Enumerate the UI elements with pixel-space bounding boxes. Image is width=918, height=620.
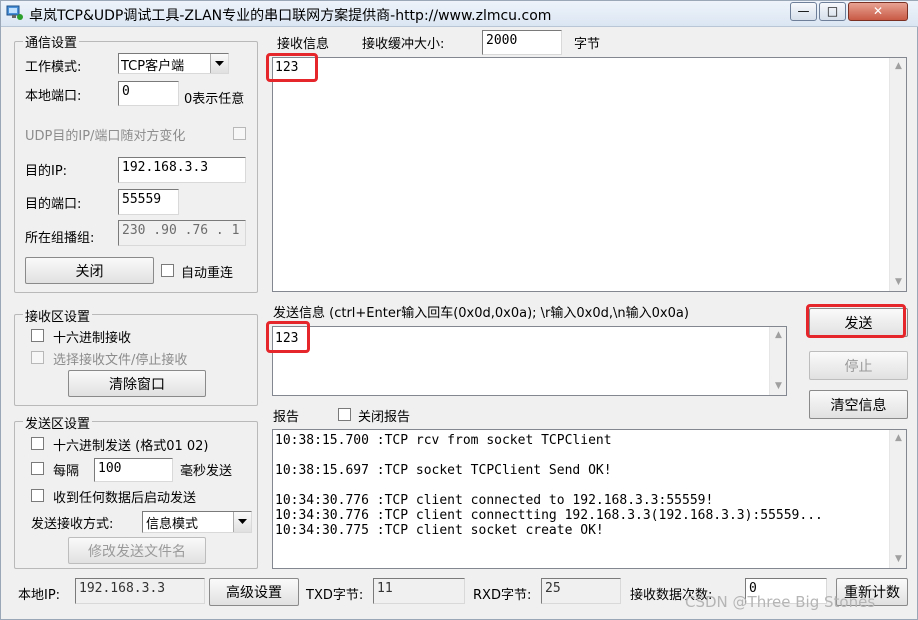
highlight-receive-box (266, 53, 318, 82)
ms-send-label: 毫秒发送 (180, 464, 233, 479)
scroll-down-icon[interactable]: ▼ (770, 378, 787, 395)
title-bar: 卓岚TCP&UDP调试工具-ZLAN专业的串口联网方案提供商-http://ww… (1, 1, 918, 27)
report-scrollbar[interactable]: ▲ ▼ (889, 430, 906, 568)
maximize-button[interactable]: □ (819, 2, 846, 21)
hex-recv-label: 十六进制接收 (53, 331, 132, 346)
receive-scrollbar[interactable]: ▲ ▼ (889, 58, 906, 291)
scroll-up-icon[interactable]: ▲ (890, 430, 907, 447)
log-line: 10:38:15.700 :TCP rcv from socket TCPCli… (275, 433, 612, 448)
dest-port-input[interactable]: 55559 (118, 189, 179, 215)
local-port-label: 本地端口: (25, 89, 82, 104)
dest-ip-label: 目的IP: (25, 164, 68, 179)
report-textarea[interactable]: 10:38:15.700 :TCP rcv from socket TCPCli… (272, 429, 907, 569)
chevron-down-icon[interactable] (233, 512, 251, 532)
watermark: CSDN @Three Big Stones (685, 593, 876, 611)
rxd-label: RXD字节: (473, 588, 532, 603)
send-settings-label: 发送区设置 (23, 413, 93, 432)
clear-info-button[interactable]: 清空信息 (809, 390, 908, 419)
work-mode-label: 工作模式: (25, 60, 82, 75)
stop-button[interactable]: 停止 (809, 351, 908, 380)
recv-file-checkbox[interactable] (31, 351, 44, 364)
app-window: 卓岚TCP&UDP调试工具-ZLAN专业的串口联网方案提供商-http://ww… (0, 0, 918, 620)
highlight-send-box (266, 321, 310, 353)
local-ip-label: 本地IP: (18, 588, 61, 603)
advanced-settings-button[interactable]: 高级设置 (209, 578, 299, 606)
log-line: 10:34:30.775 :TCP client socket create O… (275, 523, 604, 538)
auto-reconnect-label: 自动重连 (181, 266, 234, 281)
recv-settings-label: 接收区设置 (23, 306, 93, 325)
buffer-size-input[interactable]: 2000 (482, 30, 562, 55)
recv-file-label: 选择接收文件/停止接收 (53, 353, 188, 368)
timed-send-checkbox[interactable] (31, 462, 44, 475)
send-scrollbar[interactable]: ▲ ▼ (769, 327, 786, 395)
local-port-hint: 0表示任意 (184, 92, 245, 107)
scroll-down-icon[interactable]: ▼ (890, 274, 907, 291)
window-title: 卓岚TCP&UDP调试工具-ZLAN专业的串口联网方案提供商-http://ww… (29, 8, 552, 24)
app-icon (6, 5, 23, 20)
chevron-down-icon[interactable] (210, 54, 228, 73)
comm-settings-label: 通信设置 (23, 32, 80, 51)
send-textarea[interactable]: 123 ▲ ▼ (272, 326, 787, 396)
log-line: 10:34:30.776 :TCP client connected to 19… (275, 493, 714, 508)
rxd-value: 25 (541, 578, 621, 604)
dest-port-label: 目的端口: (25, 197, 82, 212)
txd-value: 11 (373, 578, 465, 604)
scroll-up-icon[interactable]: ▲ (770, 327, 787, 344)
send-info-label: 发送信息 (ctrl+Enter输入回车(0x0d,0x0a); \r输入0x0… (273, 306, 689, 321)
interval-input[interactable]: 100 (94, 458, 173, 482)
report-label: 报告 (273, 410, 300, 425)
every-label: 每隔 (53, 464, 80, 479)
hex-recv-checkbox[interactable] (31, 329, 44, 342)
buffer-unit-label: 字节 (574, 37, 601, 52)
hex-send-checkbox[interactable] (31, 437, 44, 450)
send-after-recv-label: 收到任何数据后启动发送 (53, 491, 197, 506)
hex-send-label: 十六进制发送 (格式01 02) (53, 439, 209, 454)
log-line: 10:38:15.697 :TCP socket TCPClient Send … (275, 463, 612, 478)
dest-ip-input[interactable]: 192.168.3.3 (118, 157, 246, 183)
buffer-size-label: 接收缓冲大小: (362, 37, 445, 52)
send-mode-select[interactable]: 信息模式 (142, 511, 252, 533)
clear-window-button[interactable]: 清除窗口 (68, 370, 206, 397)
multicast-input[interactable]: 230 .90 .76 . 1 (118, 220, 246, 246)
minimize-button[interactable]: — (790, 2, 817, 21)
scroll-down-icon[interactable]: ▼ (890, 551, 907, 568)
close-report-checkbox[interactable] (338, 408, 351, 421)
work-mode-select[interactable]: TCP客户端 (118, 53, 229, 74)
udp-follow-label: UDP目的IP/端口随对方变化 (25, 129, 186, 144)
local-ip-value: 192.168.3.3 (75, 578, 205, 604)
work-mode-value: TCP客户端 (121, 59, 185, 74)
udp-follow-checkbox[interactable] (233, 127, 246, 140)
send-after-recv-checkbox[interactable] (31, 489, 44, 502)
scroll-up-icon[interactable]: ▲ (890, 58, 907, 75)
txd-label: TXD字节: (306, 588, 364, 603)
send-mode-label: 发送接收方式: (31, 517, 114, 532)
log-line: 10:34:30.776 :TCP client connectting 192… (275, 508, 823, 523)
highlight-send-button-box (806, 304, 906, 338)
close-connection-button[interactable]: 关闭 (25, 257, 154, 284)
send-mode-value: 信息模式 (146, 517, 199, 532)
receive-textarea[interactable]: 123 ▲ ▼ (272, 57, 907, 292)
close-report-label: 关闭报告 (358, 410, 411, 425)
receive-info-label: 接收信息 (277, 37, 330, 52)
auto-reconnect-checkbox[interactable] (161, 264, 174, 277)
local-port-input[interactable]: 0 (118, 81, 179, 106)
modify-send-filename-button[interactable]: 修改发送文件名 (68, 537, 206, 564)
close-window-button[interactable]: ✕ (848, 2, 908, 21)
multicast-label: 所在组播组: (25, 231, 95, 246)
